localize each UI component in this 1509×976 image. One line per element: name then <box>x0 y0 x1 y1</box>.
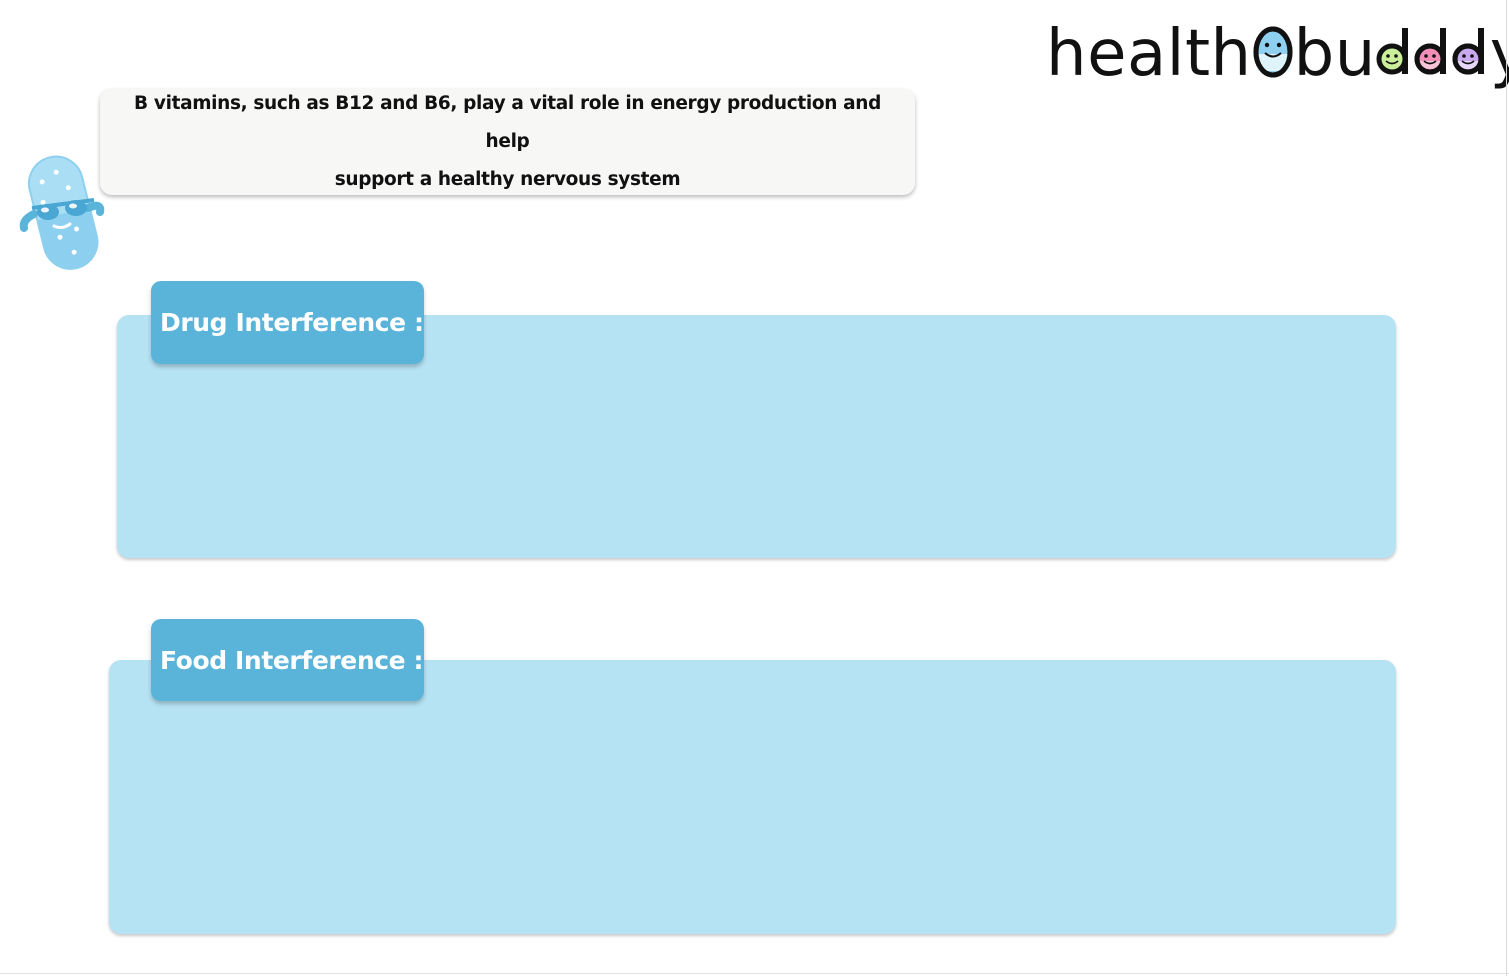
right-edge-divider <box>1506 0 1507 976</box>
info-text-line-2: support a healthy nervous system <box>334 169 681 190</box>
info-speech-bubble: B vitamins, such as B12 and B6, play a v… <box>100 89 915 195</box>
logo-text-u: u <box>1334 17 1376 91</box>
logo-smiley-o-icon <box>1253 26 1293 78</box>
logo-smiley-d1-icon <box>1376 26 1414 78</box>
info-text-line-1: B vitamins, such as B12 and B6, play a v… <box>134 93 881 152</box>
bottom-edge-divider <box>0 973 1509 974</box>
drug-interference-label: Drug Interference : <box>160 308 424 337</box>
page: health b u B vitamins, such as B12 and B… <box>0 0 1509 976</box>
logo-text-b: b <box>1293 17 1335 91</box>
drug-interference-tab: Drug Interference : <box>151 281 424 364</box>
healthbuddy-logo: health b u <box>1046 14 1509 94</box>
logo-smiley-d3-icon <box>1452 26 1490 78</box>
info-text: B vitamins, such as B12 and B6, play a v… <box>112 85 903 199</box>
logo-smiley-d2-icon <box>1414 26 1452 78</box>
pill-mascot-icon <box>14 150 110 274</box>
food-interference-panel <box>109 660 1396 934</box>
food-interference-tab: Food Interference : <box>151 619 424 701</box>
logo-text-health: health <box>1046 17 1252 91</box>
food-interference-label: Food Interference : <box>160 645 424 675</box>
